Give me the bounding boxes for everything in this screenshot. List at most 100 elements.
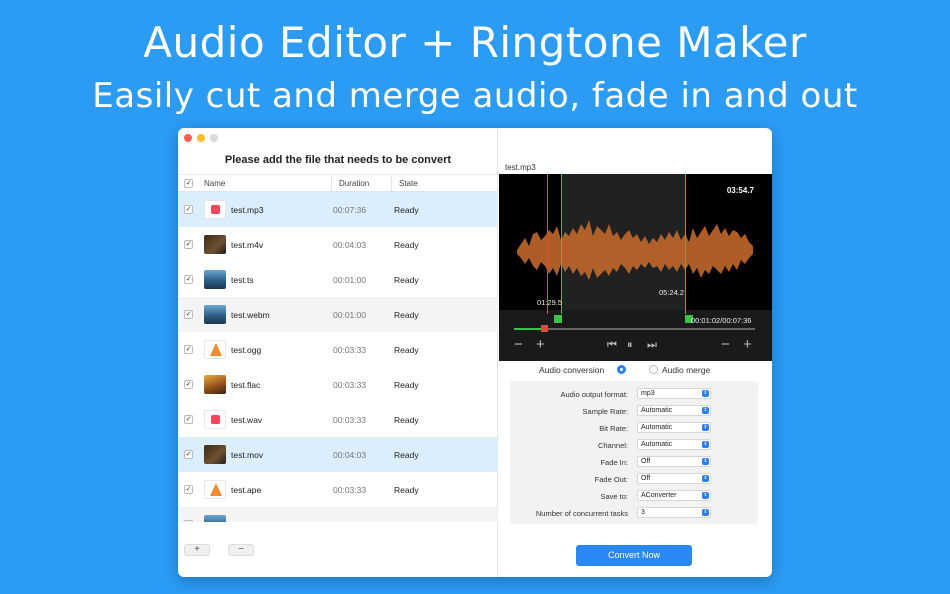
fade-in-select[interactable]: Off ⇕	[637, 456, 711, 467]
video-thumbnail-icon	[204, 270, 226, 289]
table-row[interactable]: ✓ test.ogg 00:03:33 Ready	[178, 332, 498, 367]
table-row[interactable]: ✓ test.ts 00:01:00 Ready	[178, 262, 498, 297]
column-duration[interactable]: Duration	[339, 179, 369, 188]
list-buttons: + −	[184, 544, 254, 556]
channel-select[interactable]: Automatic ⇕	[637, 439, 711, 450]
concurrent-tasks-select[interactable]: 3 ⇕	[637, 507, 711, 518]
file-duration: 00:01:00	[333, 310, 367, 320]
add-file-button[interactable]: +	[184, 544, 210, 556]
file-name: test.m4v	[231, 240, 264, 250]
setting-label: Channel:	[597, 441, 628, 450]
remove-file-button[interactable]: −	[228, 544, 254, 556]
table-row[interactable]: ✓ test.mp3 00:07:36 Ready	[178, 192, 498, 227]
skip-next-icon[interactable]: ⏭	[647, 339, 657, 352]
pause-icon[interactable]: ⏸	[627, 339, 633, 352]
setting-fade-out: Fade Out: Off ⇕	[510, 471, 758, 488]
chevron-updown-icon: ⇕	[702, 509, 709, 516]
zoom-in-left-button[interactable]: +	[536, 336, 545, 353]
file-table-header: ✓ Name Duration State	[178, 174, 498, 192]
album-art-icon	[204, 375, 226, 394]
file-state: Ready	[394, 345, 419, 355]
row-checkbox[interactable]: ✓	[184, 205, 193, 214]
file-name: test.mov	[231, 450, 264, 460]
setting-channel: Channel: Automatic ⇕	[510, 437, 758, 454]
file-table-body: ✓ test.mp3 00:07:36 Ready ✓ test.m4v 00:…	[178, 192, 498, 522]
zoom-out-left-button[interactable]: −	[514, 336, 523, 353]
vlc-cone-icon	[204, 340, 226, 359]
row-checkbox[interactable]: ✓	[184, 450, 193, 459]
fade-out-select[interactable]: Off ⇕	[637, 473, 711, 484]
headline-subtitle: Easily cut and merge audio, fade in and …	[92, 76, 858, 116]
sample-rate-select[interactable]: Automatic ⇕	[637, 405, 711, 416]
file-state: Ready	[394, 485, 419, 495]
convert-now-button[interactable]: Convert Now	[576, 545, 692, 566]
current-file-label: test.mp3	[505, 163, 536, 172]
row-checkbox[interactable]: ✓	[184, 275, 193, 284]
row-checkbox[interactable]: ✓	[184, 380, 193, 389]
column-state[interactable]: State	[399, 179, 418, 188]
chevron-updown-icon: ⇕	[702, 458, 709, 465]
waveform-area[interactable]: 03:54.7 01:29.5 05:24.2	[499, 174, 772, 314]
file-state: Ready	[394, 205, 419, 215]
row-checkbox[interactable]: ✓	[184, 485, 193, 494]
save-to-select[interactable]: AConverter ⇕	[637, 490, 711, 501]
chevron-updown-icon: ⇕	[702, 407, 709, 414]
table-row-partial[interactable]	[178, 507, 498, 522]
select-all-checkbox[interactable]: ✓	[184, 179, 193, 188]
video-thumbnail-icon	[204, 235, 226, 254]
row-checkbox[interactable]: ✓	[184, 345, 193, 354]
zoom-in-right-button[interactable]: +	[743, 336, 752, 353]
audio-conversion-radio[interactable]	[617, 365, 626, 374]
selection-start-marker[interactable]	[561, 174, 562, 314]
file-name: test.webm	[231, 310, 270, 320]
playback-scrubber[interactable]	[541, 325, 548, 332]
file-duration: 00:04:03	[333, 240, 367, 250]
chevron-updown-icon: ⇕	[702, 441, 709, 448]
vlc-cone-icon	[204, 480, 226, 499]
conversion-settings: Audio output format: mp3 ⇕ Sample Rate: A…	[510, 381, 758, 524]
audio-conversion-label[interactable]: Audio conversion	[539, 365, 604, 375]
table-row[interactable]: ✓ test.m4v 00:04:03 Ready	[178, 227, 498, 262]
file-duration: 00:04:03	[333, 450, 367, 460]
file-duration: 00:03:33	[333, 415, 367, 425]
editor-panel: test.mp3 03:54.7 01:29.5 05:24.2 00:01:0…	[499, 128, 772, 577]
file-list-title: Please add the file that needs to be con…	[224, 154, 452, 166]
setting-label: Number of concurrent tasks	[535, 509, 628, 518]
setting-label: Fade In:	[600, 458, 628, 467]
bit-rate-select[interactable]: Automatic ⇕	[637, 422, 711, 433]
setting-label: Fade Out:	[594, 475, 628, 484]
table-row[interactable]: ✓ test.webm 00:01:00 Ready	[178, 297, 498, 332]
selection-start-handle[interactable]	[554, 315, 562, 323]
row-checkbox[interactable]: ✓	[184, 310, 193, 319]
row-checkbox[interactable]	[184, 520, 193, 522]
row-checkbox[interactable]: ✓	[184, 415, 193, 424]
selection-end-marker[interactable]	[685, 174, 686, 314]
setting-label: Bit Rate:	[599, 424, 628, 433]
audio-merge-radio[interactable]	[649, 365, 658, 374]
table-row[interactable]: ✓ test.wav 00:03:33 Ready	[178, 402, 498, 437]
headline-title: Audio Editor + Ringtone Maker	[143, 18, 807, 67]
file-name: test.ts	[231, 275, 254, 285]
setting-sample-rate: Sample Rate: Automatic ⇕	[510, 403, 758, 420]
setting-fade-in: Fade In: Off ⇕	[510, 454, 758, 471]
playhead-marker[interactable]	[547, 174, 548, 314]
output-format-select[interactable]: mp3 ⇕	[637, 388, 711, 399]
setting-label: Sample Rate:	[582, 407, 628, 416]
setting-label: Save to:	[600, 492, 628, 501]
audio-merge-label[interactable]: Audio merge	[662, 365, 710, 375]
table-row[interactable]: ✓ test.flac 00:03:33 Ready	[178, 367, 498, 402]
file-state: Ready	[394, 310, 419, 320]
total-time: 03:54.7	[726, 186, 754, 195]
file-state: Ready	[394, 450, 419, 460]
playback-track[interactable]	[514, 328, 755, 330]
setting-bit-rate: Bit Rate: Automatic ⇕	[510, 420, 758, 437]
column-name[interactable]: Name	[204, 179, 225, 188]
table-row[interactable]: ✓ test.ape 00:03:33 Ready	[178, 472, 498, 507]
skip-previous-icon[interactable]: ⏮	[607, 339, 617, 352]
table-row[interactable]: ✓ test.mov 00:04:03 Ready	[178, 437, 498, 472]
file-state: Ready	[394, 415, 419, 425]
row-checkbox[interactable]: ✓	[184, 240, 193, 249]
video-thumbnail-icon	[204, 305, 226, 324]
zoom-out-right-button[interactable]: −	[721, 336, 730, 353]
setting-save-to: Save to: AConverter ⇕	[510, 488, 758, 505]
